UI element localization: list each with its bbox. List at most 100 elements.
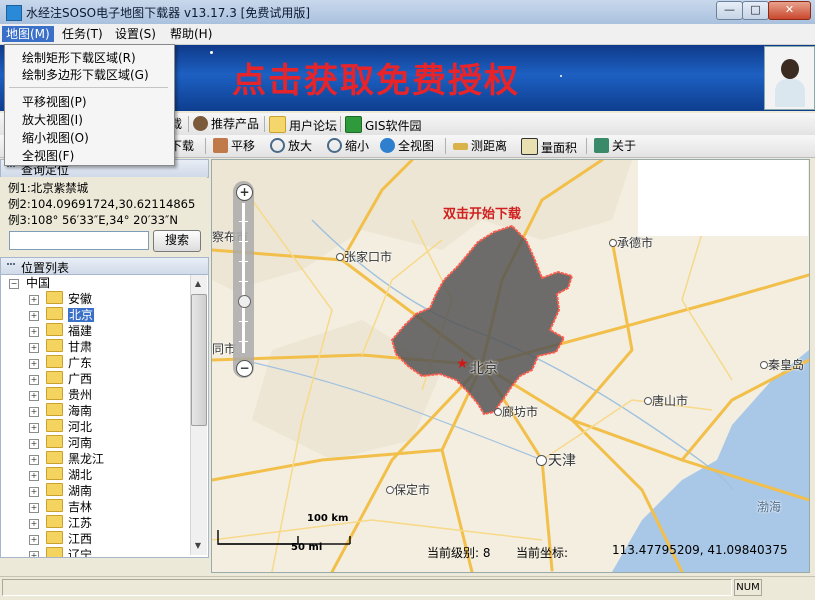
menu-help[interactable]: 帮助(H) (166, 26, 216, 42)
tree-item-province[interactable]: + 福建 (29, 323, 92, 339)
collapse-icon[interactable]: − (9, 279, 19, 289)
tree-item-province[interactable]: + 安徽 (29, 291, 92, 307)
expand-icon[interactable]: + (29, 551, 39, 557)
tree-label: 贵州 (68, 388, 93, 402)
banner-slogan[interactable]: 点击获取免费授权 (232, 53, 520, 102)
tree-item-province[interactable]: + 江西 (29, 531, 92, 547)
zoom-track[interactable] (242, 203, 245, 353)
zoom-slider[interactable]: + − (233, 181, 254, 378)
window-title: 水经注SOSO电子地图下载器 v13.17.3 [免费试用版] (26, 6, 311, 20)
area-icon (521, 138, 538, 155)
toolbar-separator (586, 138, 587, 154)
city-label: 廊坊市 (502, 405, 539, 419)
menu-full-view[interactable]: 全视图(F) (22, 147, 74, 164)
expand-icon[interactable]: + (29, 327, 39, 337)
expand-icon[interactable]: + (29, 519, 39, 529)
location-tree[interactable]: − 中国 + 安徽 + 北京 + 福建 + 甘肃 + 广东 + 广西 + 贵州 + 海南 + 河北 + 河南 + 黑龙江 + 湖北… (0, 274, 209, 558)
expand-icon[interactable]: + (29, 343, 39, 353)
expand-icon[interactable]: + (29, 487, 39, 497)
menu-settings[interactable]: 设置(S) (111, 26, 160, 42)
tree-item-province[interactable]: + 广西 (29, 371, 92, 387)
folder-icon (46, 323, 63, 336)
app-icon (6, 5, 22, 21)
city-label: 秦皇岛 (768, 358, 805, 372)
tree-item-province[interactable]: + 湖南 (29, 483, 92, 499)
tree-item-province[interactable]: + 辽宁 (29, 547, 92, 557)
expand-icon[interactable]: + (29, 439, 39, 449)
minimize-button[interactable]: — (716, 1, 743, 20)
tree-label: 吉林 (68, 500, 93, 514)
menu-zoom-out[interactable]: 缩小视图(O) (22, 129, 89, 146)
scroll-down-icon[interactable]: ▼ (191, 538, 205, 554)
tree-item-province[interactable]: + 河北 (29, 419, 92, 435)
city-label: 唐山市 (652, 394, 689, 408)
folder-icon (46, 291, 63, 304)
close-button[interactable]: ✕ (768, 1, 811, 20)
scroll-up-icon[interactable]: ▲ (191, 276, 205, 292)
pan-button[interactable]: 平移 (213, 138, 255, 155)
expand-icon[interactable]: + (29, 503, 39, 513)
tree-item-province[interactable]: + 海南 (29, 403, 92, 419)
expand-icon[interactable]: + (29, 375, 39, 385)
search-input[interactable] (9, 231, 149, 250)
user-forum-button[interactable]: 用户论坛 (269, 116, 337, 133)
expand-icon[interactable]: + (29, 455, 39, 465)
folder-icon (46, 547, 63, 557)
zoom-handle[interactable] (238, 295, 251, 308)
full-view-button[interactable]: 全视图 (380, 138, 434, 155)
toolbar-separator (264, 116, 265, 132)
example-text: 例1:北京紫禁城 (8, 181, 89, 195)
star-decoration (210, 51, 213, 54)
tree-item-province[interactable]: + 湖北 (29, 467, 92, 483)
menu-map[interactable]: 地图(M) (2, 26, 54, 42)
expand-icon[interactable]: + (29, 311, 39, 321)
toolbar-separator (205, 138, 206, 154)
expand-icon[interactable]: + (29, 295, 39, 305)
expand-icon[interactable]: + (29, 423, 39, 433)
menu-draw-polygon[interactable]: 绘制多边形下载区域(G) (22, 66, 149, 83)
tree-root-china[interactable]: − 中国 (9, 275, 50, 291)
tree-item-province[interactable]: + 江苏 (29, 515, 92, 531)
measure-area-button[interactable]: 量面积 (521, 138, 577, 155)
coordinate-label: 当前坐标: (516, 546, 569, 560)
zoom-plus-icon[interactable]: + (236, 184, 253, 201)
tree-item-province[interactable]: + 广东 (29, 355, 92, 371)
folder-icon (46, 419, 63, 432)
menu-draw-rectangle[interactable]: 绘制矩形下载区域(R) (22, 49, 136, 66)
menu-zoom-in[interactable]: 放大视图(I) (22, 111, 83, 128)
measure-distance-button[interactable]: 测距离 (453, 138, 507, 155)
expand-icon[interactable]: + (29, 407, 39, 417)
tree-item-province[interactable]: + 北京 (29, 307, 95, 323)
tree-item-province[interactable]: + 吉林 (29, 499, 92, 515)
zoom-out-icon (327, 138, 342, 153)
tree-item-province[interactable]: + 甘肃 (29, 339, 92, 355)
expand-icon[interactable]: + (29, 391, 39, 401)
tree-label: 湖北 (68, 468, 93, 482)
folder-icon (46, 435, 63, 448)
tree-item-province[interactable]: + 黑龙江 (29, 451, 104, 467)
city-marker-icon (760, 361, 768, 369)
gis-park-button[interactable]: GIS软件园 (345, 116, 421, 133)
expand-icon[interactable]: + (29, 471, 39, 481)
tree-label: 湖南 (68, 484, 93, 498)
zoom-minus-icon[interactable]: − (236, 360, 253, 377)
tree-scrollbar-thumb[interactable] (191, 294, 207, 426)
expand-icon[interactable]: + (29, 535, 39, 545)
tree-item-province[interactable]: + 贵州 (29, 387, 92, 403)
maximize-button[interactable]: □ (742, 1, 769, 20)
expand-icon[interactable]: + (29, 359, 39, 369)
about-button[interactable]: 关于 (594, 138, 636, 155)
tree-label: 安徽 (68, 292, 93, 306)
menu-task[interactable]: 任务(T) (58, 26, 107, 42)
folder-icon (46, 387, 63, 400)
city-marker-icon (644, 397, 652, 405)
recommend-products-button[interactable]: 推荐产品 (193, 116, 259, 133)
zoom-in-button[interactable]: 放大 (270, 138, 312, 155)
search-button[interactable]: 搜索 (153, 230, 201, 252)
tree-item-province[interactable]: + 河南 (29, 435, 92, 451)
menu-pan-view[interactable]: 平移视图(P) (22, 93, 87, 110)
folder-icon (46, 467, 63, 480)
example-text: 例3:108° 56′33″E,34° 20′33″N (8, 213, 178, 227)
zoom-out-button[interactable]: 缩小 (327, 138, 369, 155)
city-label: 承德市 (617, 236, 654, 250)
